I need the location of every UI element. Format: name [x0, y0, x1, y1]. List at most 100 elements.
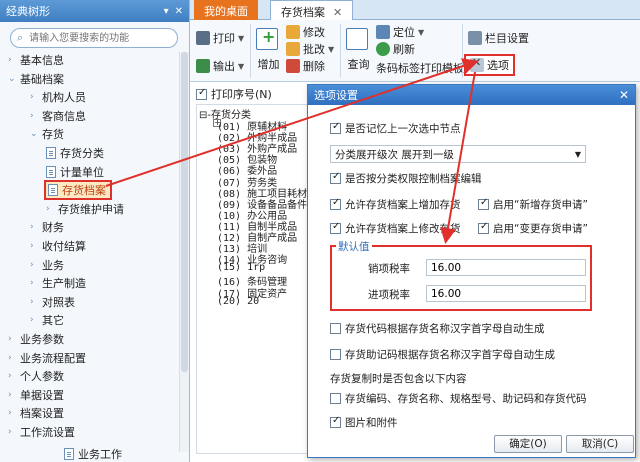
document-icon: [46, 165, 56, 178]
batch-modify-button[interactable]: 批改 ▼: [286, 41, 334, 57]
copy-images-option[interactable]: 图片和附件: [330, 415, 398, 430]
tree-item-label: 生产制造: [42, 277, 86, 291]
tree-item[interactable]: › 业务参数: [8, 331, 64, 347]
barcode-template-group[interactable]: 条码标签打印模板▼: [376, 60, 473, 76]
checkbox-checked[interactable]: [478, 221, 489, 234]
chevron-icon[interactable]: ›: [8, 390, 20, 400]
chevron-icon[interactable]: ⌄: [8, 74, 20, 84]
auto-code-option[interactable]: 存货代码根据存货名称汉字首字母自动生成: [330, 321, 545, 336]
dialog-title: 选项设置: [314, 89, 358, 102]
close-icon[interactable]: ✕: [175, 6, 183, 17]
chevron-icon[interactable]: ›: [30, 111, 42, 121]
chevron-icon[interactable]: ›: [46, 204, 58, 214]
tree-item[interactable]: › 基本信息: [8, 52, 64, 68]
checkbox-checked[interactable]: [330, 415, 341, 428]
function-search-box[interactable]: ⌕: [10, 28, 178, 48]
checkbox-checked[interactable]: [196, 87, 207, 100]
tree-item[interactable]: 存货分类: [46, 145, 104, 161]
tree-item[interactable]: 计量单位: [46, 164, 104, 180]
tree-item[interactable]: › 其它: [30, 312, 64, 328]
tree-item[interactable]: › 机构人员: [30, 89, 86, 105]
locate-icon: [376, 25, 390, 39]
pin-icon[interactable]: ▾: [164, 6, 169, 17]
chevron-icon[interactable]: ›: [30, 315, 42, 325]
copy-codes-option[interactable]: 存货编码、存货名称、规格型号、助记码和存货代码: [330, 391, 587, 406]
category-item[interactable]: (15) 1rp: [217, 262, 265, 273]
checkbox-unchecked[interactable]: [330, 323, 341, 334]
tree-item-label: 存货维护申请: [58, 202, 124, 216]
category-item[interactable]: (20) 20: [217, 296, 259, 307]
chevron-icon[interactable]: ›: [30, 297, 42, 307]
close-icon[interactable]: ✕: [619, 88, 629, 102]
tree-item[interactable]: › 业务流程配置: [8, 350, 86, 366]
checkbox-checked[interactable]: [330, 171, 341, 184]
tree-item[interactable]: › 工作流设置: [8, 424, 75, 440]
tree-item[interactable]: › 收付结算: [30, 238, 86, 254]
tree-item[interactable]: › 对照表: [30, 294, 75, 310]
checkbox-unchecked[interactable]: [330, 349, 341, 360]
sales-tax-input[interactable]: [426, 259, 586, 276]
allow-add-option[interactable]: 允许存货档案上增加存货: [330, 197, 461, 212]
tree-item[interactable]: ⌄ 基础档案: [8, 71, 64, 87]
remember-node-option[interactable]: 是否记忆上一次选中节点: [330, 121, 461, 136]
modify-button[interactable]: 修改: [286, 24, 325, 40]
query-button[interactable]: 查询: [346, 28, 371, 72]
refresh-button[interactable]: 刷新: [376, 41, 415, 57]
cancel-button[interactable]: 取消(C): [566, 435, 634, 453]
tree-item[interactable]: › 财务: [30, 219, 64, 235]
tree-item-label: 存货分类: [60, 147, 104, 160]
print-sequence-checkbox[interactable]: 打印序号(N): [196, 86, 272, 102]
enable-add-request-option[interactable]: 启用“新增存货申请”: [478, 197, 588, 212]
tree-item-label: 个人参数: [20, 370, 64, 384]
column-settings-button[interactable]: 栏目设置: [468, 30, 529, 46]
tree-item[interactable]: › 单据设置: [8, 387, 64, 403]
chevron-icon[interactable]: ›: [30, 222, 42, 232]
document-icon: [46, 147, 56, 159]
tree-item[interactable]: › 客商信息: [30, 108, 86, 124]
tree-item-label: 对照表: [42, 295, 75, 309]
options-button[interactable]: 选项: [464, 54, 515, 76]
tab-my-desktop[interactable]: 我的桌面: [194, 0, 258, 20]
auto-mnemonic-option[interactable]: 存货助记码根据存货名称汉字首字母自动生成: [330, 347, 555, 362]
chevron-icon[interactable]: ›: [30, 92, 42, 102]
tree-item[interactable]: ⌄ 存货: [30, 126, 64, 142]
enable-change-request-option[interactable]: 启用“变更存货申请”: [478, 221, 588, 236]
tree-item[interactable]: 存货档案: [44, 180, 112, 201]
export-button[interactable]: 输出 ▼: [196, 58, 244, 74]
tree-item[interactable]: › 档案设置: [8, 405, 64, 421]
tree-item[interactable]: › 存货维护申请: [46, 201, 124, 217]
checkbox-checked[interactable]: [330, 121, 341, 134]
chevron-icon[interactable]: ›: [8, 427, 20, 437]
chevron-icon[interactable]: ›: [8, 55, 20, 65]
tab-inventory-archive[interactable]: 存货档案 ✕: [270, 0, 354, 20]
category-permission-option[interactable]: 是否按分类权限控制档案编辑: [330, 171, 482, 186]
tree-item[interactable]: › 个人参数: [8, 368, 64, 384]
close-icon[interactable]: ✕: [333, 6, 342, 19]
input-tax-input[interactable]: [426, 285, 586, 302]
chevron-icon[interactable]: ›: [8, 371, 20, 381]
locate-button[interactable]: 定位 ▼: [376, 24, 424, 40]
chevron-icon[interactable]: ›: [30, 278, 42, 288]
delete-button[interactable]: 删除: [286, 58, 325, 74]
allow-modify-option[interactable]: 允许存货档案上修改存货: [330, 221, 461, 236]
left-scrollbar[interactable]: [179, 52, 189, 452]
checkbox-checked[interactable]: [330, 221, 341, 234]
print-button[interactable]: 打印 ▼: [196, 30, 244, 46]
search-input[interactable]: [27, 31, 168, 45]
checkbox-unchecked[interactable]: [330, 393, 341, 404]
chevron-icon[interactable]: ›: [30, 260, 42, 270]
ok-button[interactable]: 确定(O): [494, 435, 562, 453]
expand-level-select[interactable]: 分类展开级次 展开到一级 ▼: [330, 145, 586, 163]
tree-item[interactable]: › 生产制造: [30, 275, 86, 291]
checkbox-checked[interactable]: [478, 197, 489, 210]
chevron-icon[interactable]: ⌄: [30, 129, 42, 139]
tree-item[interactable]: › 业务: [30, 257, 64, 273]
chevron-icon[interactable]: ›: [8, 353, 20, 363]
chevron-icon[interactable]: ›: [30, 241, 42, 251]
add-icon: [256, 27, 278, 50]
chevron-icon[interactable]: ›: [8, 334, 20, 344]
bottom-item-business-work[interactable]: 业务工作: [64, 446, 122, 462]
chevron-icon[interactable]: ›: [8, 408, 20, 418]
checkbox-checked[interactable]: [330, 197, 341, 210]
add-button[interactable]: 增加: [256, 27, 281, 72]
